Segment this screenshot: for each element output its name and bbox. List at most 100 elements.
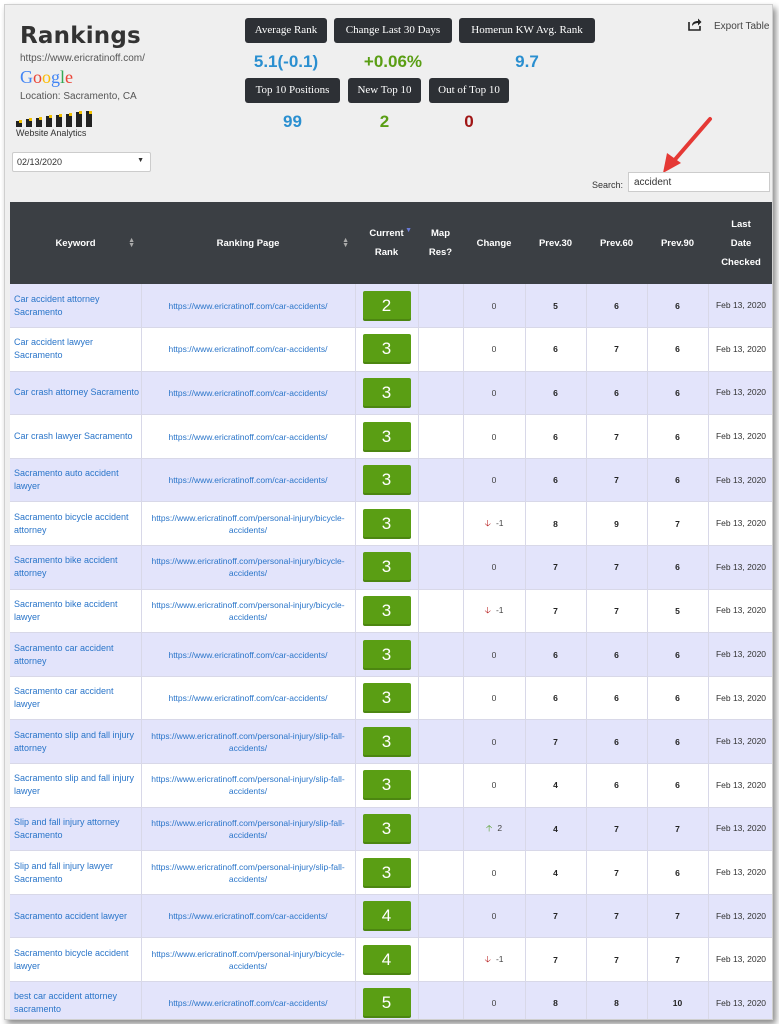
table-row: Car accident lawyer Sacramento https://ww… — [10, 327, 772, 372]
keyword-link[interactable]: Sacramento slip and fall injury lawyer — [10, 763, 142, 808]
new-top-10-button[interactable]: New Top 10 — [348, 78, 421, 103]
search-input[interactable] — [628, 172, 770, 192]
table-body: Car accident attorney Sacramento https://… — [10, 284, 772, 1019]
website-analytics-label: Website Analytics — [16, 128, 87, 138]
col-prev30[interactable]: Prev.30 — [525, 202, 586, 284]
page-title: Rankings — [20, 23, 141, 49]
prev90-cell: 6 — [647, 371, 709, 416]
prev30-cell: 6 — [525, 676, 587, 721]
current-rank-badge: 3 — [362, 421, 411, 452]
keyword-link[interactable]: Slip and fall injury attorney Sacramento — [10, 807, 142, 852]
change-value: 2 — [497, 822, 503, 833]
ranking-page-link[interactable]: https://www.ericratinoff.com/car-acciden… — [141, 632, 356, 677]
keyword-link[interactable]: Car accident lawyer Sacramento — [10, 327, 142, 372]
prev30-cell: 7 — [525, 545, 587, 590]
table-header-row: Keyword ▲ ▼ Ranking Page ▲ ▼ Current Rank … — [10, 202, 772, 284]
keyword-link[interactable]: Sacramento accident lawyer — [10, 894, 142, 939]
keyword-link[interactable]: best car accident attorney sacramento — [10, 981, 142, 1019]
ranking-page-link[interactable]: https://www.ericratinoff.com/personal-in… — [141, 850, 356, 895]
chevron-down-icon: ▼ — [137, 157, 144, 164]
current-rank-cell: 3 — [355, 458, 419, 503]
col-prev90[interactable]: Prev.90 — [647, 202, 708, 284]
keyword-link[interactable]: Car accident attorney Sacramento — [10, 284, 142, 329]
ranking-page-link[interactable]: https://www.ericratinoff.com/personal-in… — [141, 589, 356, 634]
prev90-cell: 6 — [647, 632, 709, 677]
prev60-cell: 6 — [586, 676, 648, 721]
change-value: -1 — [495, 953, 504, 964]
col-last-date-checked[interactable]: Last Date Checked — [708, 202, 772, 284]
keyword-link[interactable]: Sacramento auto accident lawyer — [10, 458, 142, 503]
prev30-cell: 7 — [525, 894, 587, 939]
col-change-label: Change — [476, 237, 512, 249]
keyword-link[interactable]: Car crash attorney Sacramento — [10, 371, 142, 416]
keyword-link[interactable]: Sacramento bicycle accident lawyer — [10, 937, 142, 982]
ranking-page-link[interactable]: https://www.ericratinoff.com/car-acciden… — [141, 894, 356, 939]
change-last-30-days-button[interactable]: Change Last 30 Days — [334, 18, 452, 43]
map-res-cell — [418, 327, 464, 372]
ranking-page-link[interactable]: https://www.ericratinoff.com/personal-in… — [141, 545, 356, 590]
out-of-top-10-button[interactable]: Out of Top 10 — [429, 78, 509, 103]
col-map-res-label-1: Map — [431, 228, 450, 239]
table-row: Sacramento bike accident attorney https:/… — [10, 545, 772, 590]
prev90-cell: 6 — [647, 284, 709, 329]
ranking-page-link[interactable]: https://www.ericratinoff.com/personal-in… — [141, 763, 356, 808]
map-res-cell — [418, 850, 464, 895]
ranking-page-link[interactable]: https://www.ericratinoff.com/personal-in… — [141, 807, 356, 852]
change-value: 0 — [491, 998, 497, 1009]
ranking-page-link[interactable]: https://www.ericratinoff.com/car-acciden… — [141, 458, 356, 503]
date-select[interactable]: 02/13/2020 ▼ — [12, 152, 151, 172]
change-cell: 0 — [463, 371, 526, 416]
table-row: Car crash lawyer Sacramento https://www.e… — [10, 414, 772, 459]
prev60-cell: 6 — [586, 371, 648, 416]
col-map-res[interactable]: Map Res? — [418, 202, 463, 284]
col-ranking-page[interactable]: Ranking Page ▲ ▼ — [141, 202, 355, 284]
keyword-link[interactable]: Slip and fall injury lawyer Sacramento — [10, 850, 142, 895]
col-prev60[interactable]: Prev.60 — [586, 202, 647, 284]
prev90-cell: 6 — [647, 458, 709, 503]
keyword-link[interactable]: Sacramento slip and fall injury attorney — [10, 719, 142, 765]
keyword-link[interactable]: Car crash lawyer Sacramento — [10, 414, 142, 459]
current-rank-badge: 5 — [362, 988, 411, 1019]
ranking-page-link[interactable]: https://www.ericratinoff.com/car-acciden… — [141, 981, 356, 1019]
app-window: Rankings https://www.ericratinoff.com/ G… — [4, 4, 773, 1020]
ranking-page-link[interactable]: https://www.ericratinoff.com/car-acciden… — [141, 676, 356, 721]
homerun-kw-avg-rank-button[interactable]: Homerun KW Avg. Rank — [459, 18, 595, 43]
prev90-cell: 5 — [647, 589, 709, 634]
ranking-page-link[interactable]: https://www.ericratinoff.com/car-acciden… — [141, 371, 356, 416]
prev60-cell: 7 — [586, 327, 648, 372]
current-rank-badge: 3 — [362, 552, 411, 583]
keyword-link[interactable]: Sacramento bike accident attorney — [10, 545, 142, 590]
current-rank-badge: 3 — [362, 465, 411, 496]
ranking-page-link[interactable]: https://www.ericratinoff.com/personal-in… — [141, 937, 356, 982]
col-change[interactable]: Change — [463, 202, 525, 284]
last-date-checked-cell: Feb 13, 2020 — [708, 284, 772, 329]
keyword-link[interactable]: Sacramento car accident attorney — [10, 632, 142, 677]
prev30-cell: 4 — [525, 807, 587, 852]
current-rank-badge: 3 — [362, 770, 411, 801]
average-rank-button[interactable]: Average Rank — [245, 18, 327, 43]
prev90-cell: 7 — [647, 501, 709, 547]
prev60-cell: 7 — [586, 807, 648, 852]
top-10-positions-button[interactable]: Top 10 Positions — [245, 78, 340, 103]
keyword-link[interactable]: Sacramento car accident lawyer — [10, 676, 142, 721]
map-res-cell — [418, 807, 464, 852]
last-date-checked-cell: Feb 13, 2020 — [708, 763, 772, 808]
ranking-page-link[interactable]: https://www.ericratinoff.com/car-acciden… — [141, 327, 356, 372]
current-rank-badge: 3 — [362, 595, 411, 626]
table-row: Sacramento slip and fall injury lawyer ht… — [10, 763, 772, 808]
change-cell: 0 — [463, 458, 526, 503]
ranking-page-link[interactable]: https://www.ericratinoff.com/car-acciden… — [141, 284, 356, 329]
current-rank-badge: 3 — [362, 639, 411, 670]
table-row: Sacramento auto accident lawyer https://w… — [10, 458, 772, 503]
ranking-page-link[interactable]: https://www.ericratinoff.com/personal-in… — [141, 501, 356, 547]
keyword-link[interactable]: Sacramento bicycle accident attorney — [10, 501, 142, 547]
keyword-link[interactable]: Sacramento bike accident lawyer — [10, 589, 142, 634]
ranking-page-link[interactable]: https://www.ericratinoff.com/personal-in… — [141, 719, 356, 765]
col-current-rank[interactable]: Current Rank ▼ — [355, 202, 418, 284]
map-res-cell — [418, 414, 464, 459]
change-cell: 0 — [463, 719, 526, 765]
map-res-cell — [418, 981, 464, 1019]
change-cell: 🡣 -1 — [463, 589, 526, 634]
ranking-page-link[interactable]: https://www.ericratinoff.com/car-acciden… — [141, 414, 356, 459]
col-keyword[interactable]: Keyword ▲ ▼ — [10, 202, 141, 284]
